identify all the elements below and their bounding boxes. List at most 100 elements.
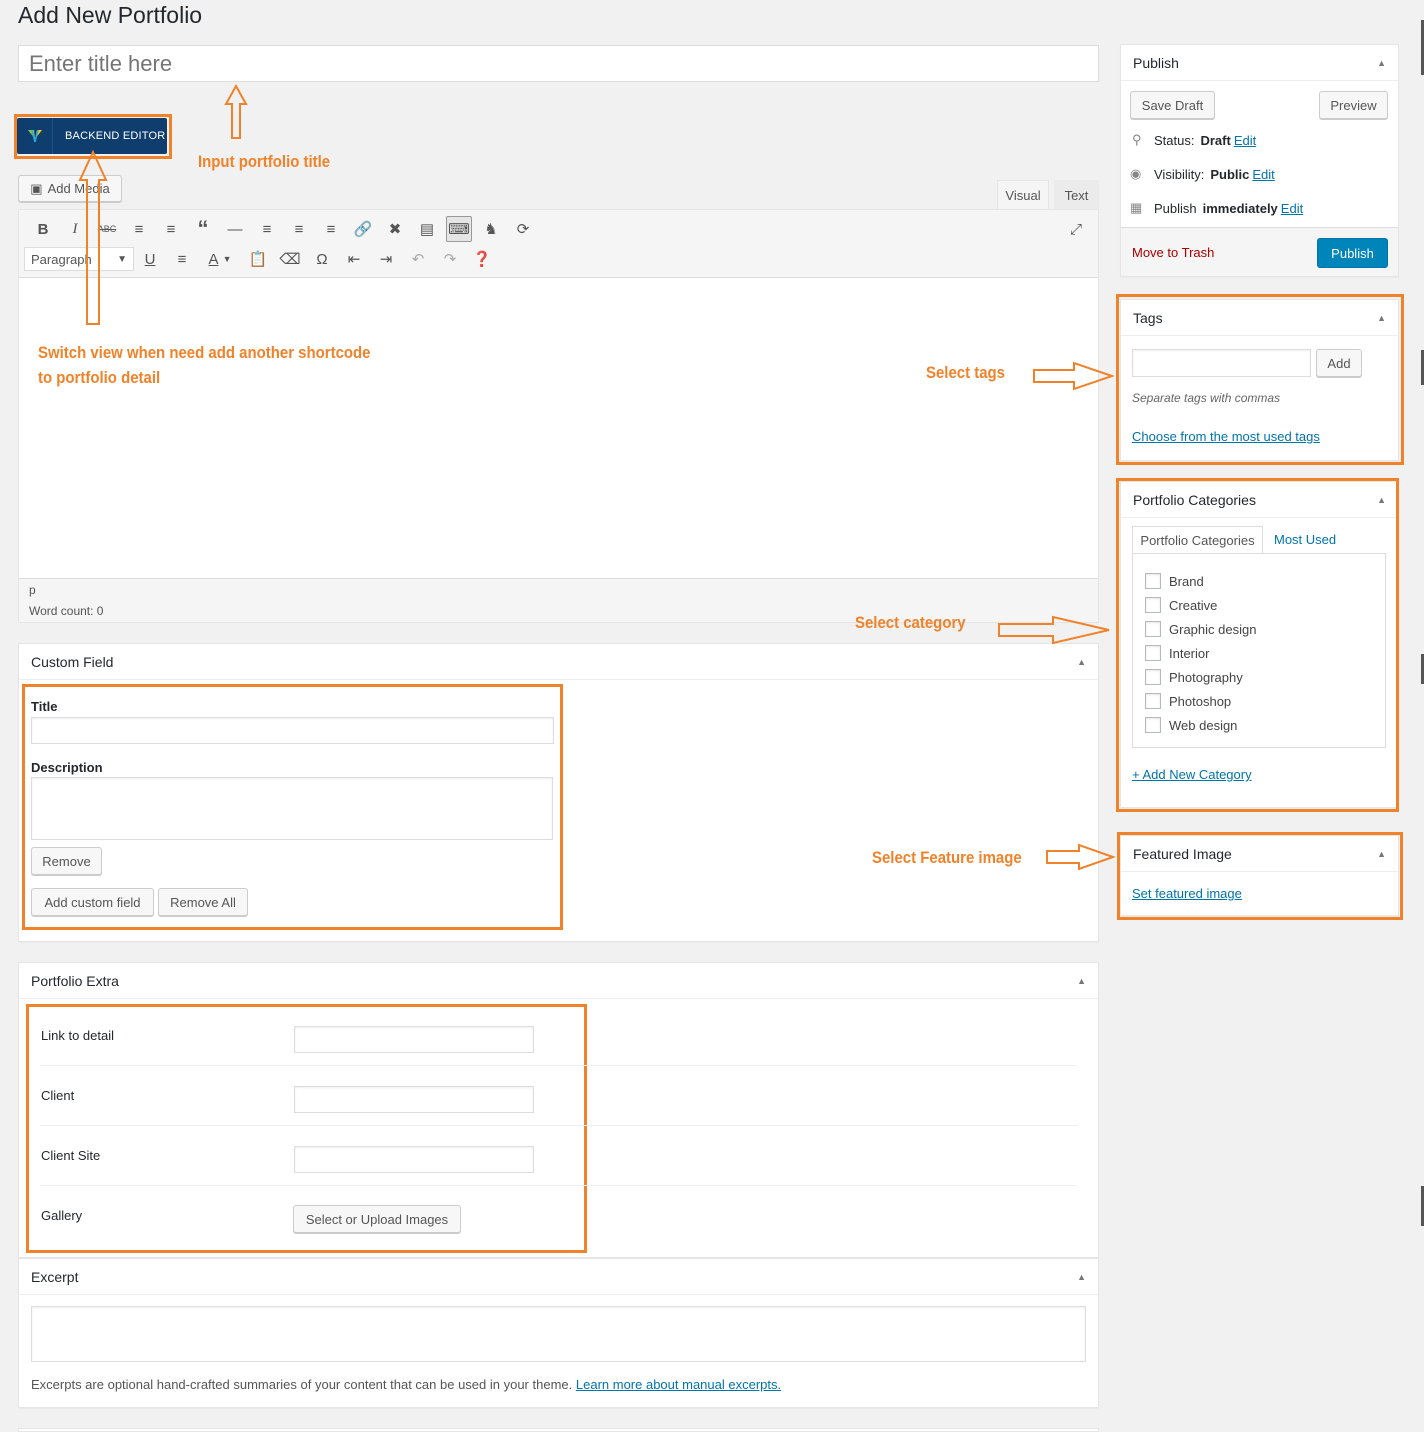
collapse-arrow-icon[interactable]: ▲ (1377, 58, 1386, 68)
arrow-right-icon (1046, 843, 1115, 871)
annotation-select-category: Select category (855, 613, 966, 632)
remove-all-button[interactable]: Remove All (158, 888, 248, 916)
unlink-icon[interactable]: ✖ (379, 216, 411, 242)
edit-status-link[interactable]: Edit (1234, 133, 1256, 148)
excerpt-help: Excerpts are optional hand-crafted summa… (31, 1377, 782, 1392)
bullet-list-icon[interactable]: ≡ (123, 216, 155, 242)
outdent-icon[interactable]: ⇤ (338, 246, 370, 272)
edit-visibility-link[interactable]: Edit (1252, 167, 1274, 182)
category-item-creative[interactable]: Creative (1145, 593, 1385, 617)
arrow-up-icon (224, 84, 248, 139)
align-left-icon[interactable]: ≡ (251, 216, 283, 242)
tags-input[interactable] (1132, 349, 1311, 377)
checkbox[interactable] (1145, 597, 1161, 613)
category-item-brand[interactable]: Brand (1145, 569, 1385, 593)
bold-icon[interactable]: B (27, 216, 59, 242)
blockquote-icon[interactable]: “ (187, 216, 219, 242)
help-icon[interactable]: ❓ (466, 246, 498, 272)
tags-hint: Separate tags with commas (1132, 391, 1281, 405)
justify-icon[interactable]: ≡ (166, 246, 198, 272)
refresh-icon[interactable]: ⟳ (507, 216, 539, 242)
arrow-right-icon (1033, 361, 1114, 391)
pin-icon: ⚲ (1132, 132, 1142, 147)
excerpt-header[interactable]: Excerpt ▲ (19, 1259, 1098, 1295)
backend-editor-label: BACKEND EDITOR (65, 130, 166, 142)
client-label: Client (41, 1088, 75, 1103)
checkbox[interactable] (1145, 645, 1161, 661)
special-character-icon[interactable]: Ω (306, 246, 338, 272)
tab-text[interactable]: Text (1054, 180, 1099, 210)
choose-tags-link[interactable]: Choose from the most used tags (1132, 429, 1320, 444)
tab-visual[interactable]: Visual (997, 180, 1049, 210)
visual-composer-logo-icon (17, 118, 53, 154)
editor-content-area[interactable] (19, 277, 1098, 579)
preview-button[interactable]: Preview (1319, 91, 1388, 119)
checkbox[interactable] (1145, 621, 1161, 637)
toolbar-toggle-icon[interactable]: ⌨ (446, 216, 472, 242)
tab-most-used[interactable]: Most Used (1274, 532, 1336, 547)
link-to-detail-input[interactable] (294, 1026, 534, 1053)
add-tag-button[interactable]: Add (1316, 349, 1362, 377)
link-to-detail-label: Link to detail (41, 1028, 114, 1043)
align-center-icon[interactable]: ≡ (283, 216, 315, 242)
portfolio-extra-header[interactable]: Portfolio Extra ▲ (19, 963, 1098, 999)
save-draft-button[interactable]: Save Draft (1130, 91, 1215, 119)
numbered-list-icon[interactable]: ≡ (155, 216, 187, 242)
visibility-row: ◉ Visibility: Public Edit (1130, 166, 1275, 182)
checkbox[interactable] (1145, 573, 1161, 589)
media-icon: ▣ (30, 180, 43, 196)
undo-icon[interactable]: ↶ (402, 246, 434, 272)
category-item-photography[interactable]: Photography (1145, 665, 1385, 689)
add-new-category-link[interactable]: + Add New Category (1132, 767, 1252, 782)
client-site-input[interactable] (294, 1146, 534, 1173)
arrow-up-icon (78, 150, 108, 325)
learn-more-link[interactable]: Learn more about manual excerpts. (576, 1377, 781, 1392)
calendar-icon: ▦ (1130, 200, 1143, 215)
custom-field-description-label: Description (31, 760, 103, 775)
align-right-icon[interactable]: ≡ (315, 216, 347, 242)
checkbox[interactable] (1145, 693, 1161, 709)
page-title: Add New Portfolio (18, 2, 203, 28)
category-checklist: Brand Creative Graphic design Interior P… (1132, 553, 1386, 748)
custom-field-title-input[interactable] (31, 717, 554, 744)
clear-formatting-icon[interactable]: ⌫ (274, 246, 306, 272)
category-item-photoshop[interactable]: Photoshop (1145, 689, 1385, 713)
fullscreen-icon[interactable]: ⤢ (1060, 216, 1092, 242)
horizontal-line-icon[interactable]: — (219, 216, 251, 242)
paste-text-icon[interactable]: 📋 (242, 246, 274, 272)
set-featured-image-link[interactable]: Set featured image (1132, 886, 1242, 901)
read-more-icon[interactable]: ▤ (411, 216, 443, 242)
redo-icon[interactable]: ↷ (434, 246, 466, 272)
move-to-trash-link[interactable]: Move to Trash (1132, 245, 1214, 260)
edit-publish-time-link[interactable]: Edit (1281, 201, 1303, 216)
collapse-arrow-icon[interactable]: ▲ (1077, 1272, 1086, 1282)
annotation-switch-view-line-1: Switch view when need add another shortc… (38, 343, 371, 362)
custom-field-description-textarea[interactable] (31, 777, 553, 840)
publish-button[interactable]: Publish (1317, 238, 1388, 268)
add-custom-field-button[interactable]: Add custom field (31, 888, 154, 916)
checkbox[interactable] (1145, 669, 1161, 685)
custom-field-header[interactable]: Custom Field ▲ (19, 644, 1098, 680)
backend-editor-button[interactable]: BACKEND EDITOR (17, 118, 167, 154)
title-input[interactable] (18, 45, 1099, 82)
publish-time-row: ▦ Publish immediately Edit (1130, 200, 1304, 216)
select-upload-images-button[interactable]: Select or Upload Images (293, 1205, 461, 1233)
text-color-icon[interactable]: A ▼ (198, 246, 242, 272)
collapse-arrow-icon[interactable]: ▲ (1077, 976, 1086, 986)
excerpt-textarea[interactable] (31, 1306, 1086, 1362)
checkbox[interactable] (1145, 717, 1161, 733)
collapse-arrow-icon[interactable]: ▲ (1077, 657, 1086, 667)
spy-icon[interactable]: ♞ (475, 216, 507, 242)
indent-icon[interactable]: ⇥ (370, 246, 402, 272)
client-input[interactable] (294, 1086, 534, 1113)
category-item-web-design[interactable]: Web design (1145, 713, 1385, 737)
link-icon[interactable]: 🔗 (347, 216, 379, 242)
underline-icon[interactable]: U (134, 246, 166, 272)
featured-image-highlight (1117, 832, 1403, 920)
category-item-graphic-design[interactable]: Graphic design (1145, 617, 1385, 641)
category-item-interior[interactable]: Interior (1145, 641, 1385, 665)
eye-icon: ◉ (1130, 166, 1142, 181)
remove-button[interactable]: Remove (31, 847, 102, 875)
tab-portfolio-categories[interactable]: Portfolio Categories (1132, 526, 1263, 554)
publish-header[interactable]: Publish ▲ (1121, 45, 1398, 81)
